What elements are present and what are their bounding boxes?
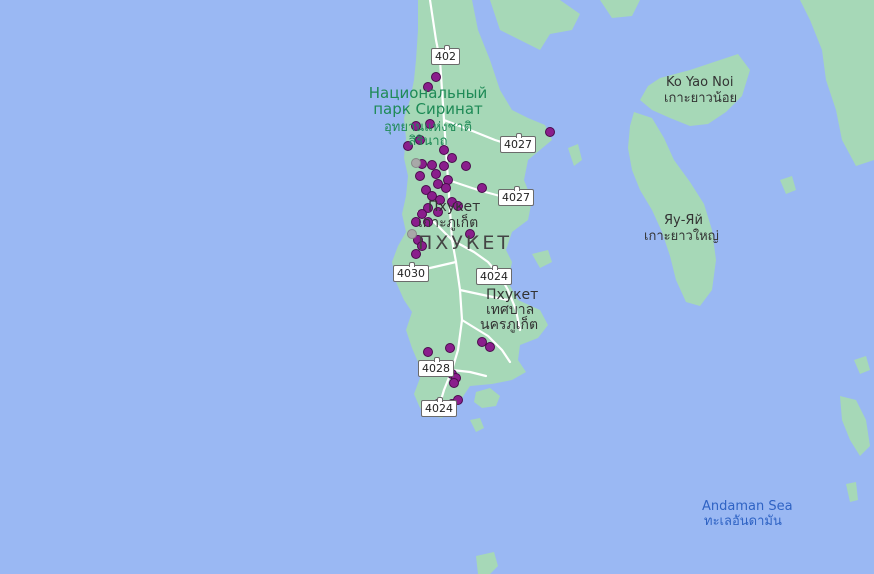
ko-yao-yai — [628, 112, 716, 306]
location-dot-icon[interactable] — [477, 183, 487, 193]
mainland-north-2 — [600, 0, 640, 18]
road-shield-4024-a: 4024 — [476, 265, 512, 285]
road-shield-402: 402 — [431, 45, 460, 65]
island-south-3 — [476, 552, 498, 574]
island-south-2 — [470, 418, 484, 432]
ko-yao-noi-label-en: Ko Yao Noi — [666, 75, 734, 90]
sea-label-en: Andaman Sea — [702, 499, 793, 514]
phuket-island-label-th: เกาะภูเก็ต — [418, 215, 479, 231]
city-label-th-2: นครภูเก็ต — [480, 317, 539, 333]
location-dot-icon[interactable] — [449, 378, 459, 388]
location-dot-icon[interactable] — [445, 343, 455, 353]
ko-yao-noi — [640, 54, 750, 126]
city-label-ru: Пхукет — [486, 287, 539, 303]
ko-yao-yai-label-th: เกาะยาวใหญ่ — [644, 229, 719, 244]
road-shield-4024-b: 4024 — [421, 397, 457, 417]
location-dot-icon[interactable] — [545, 127, 555, 137]
location-dot-icon[interactable] — [441, 183, 451, 193]
island-east-2 — [568, 144, 582, 166]
location-dot-icon[interactable] — [447, 153, 457, 163]
location-dot-icon[interactable] — [407, 229, 417, 239]
map-view[interactable]: Национальный парк Сиринат อุทยานแห่งชาติ… — [0, 0, 874, 574]
island-east-far-3 — [846, 482, 858, 502]
location-dot-icon[interactable] — [477, 337, 487, 347]
location-dot-icon[interactable] — [461, 161, 471, 171]
road-shield-4028: 4028 — [418, 357, 454, 377]
road-shield-4027-b: 4027 — [498, 186, 534, 206]
park-label-th: อุทยานแห่งชาติ สิรินาถ — [383, 120, 473, 149]
province-label: ПХУКЕТ — [418, 232, 512, 254]
island-east-far-1 — [800, 0, 874, 166]
island-east-1 — [532, 250, 552, 268]
park-label-ru: Национальный парк Сиринат — [368, 84, 488, 118]
sea-label-th: ทะเลอันดามัน — [704, 514, 782, 529]
location-dot-icon[interactable] — [431, 72, 441, 82]
phuket-island-label-ru: Пхукет — [428, 199, 481, 215]
location-dot-icon[interactable] — [431, 169, 441, 179]
location-dot-icon[interactable] — [439, 161, 449, 171]
mainland-north — [490, 0, 580, 50]
ko-yao-yai-label-ru: Яу-Яй — [664, 213, 703, 228]
road-shield-4030: 4030 — [393, 262, 429, 282]
island-east-far-2 — [840, 396, 870, 456]
location-dot-icon[interactable] — [485, 342, 495, 352]
island-south-1 — [474, 388, 500, 408]
city-label-th-1: เทศบาล — [486, 302, 535, 318]
location-dot-icon[interactable] — [427, 160, 437, 170]
road-shield-4027-a: 4027 — [500, 133, 536, 153]
ko-yao-noi-label-th: เกาะยาวน้อย — [664, 91, 738, 106]
location-dot-icon[interactable] — [411, 158, 421, 168]
location-dot-icon[interactable] — [415, 171, 425, 181]
island-east-far-5 — [854, 356, 870, 374]
location-dot-icon[interactable] — [423, 347, 433, 357]
island-east-far-4 — [780, 176, 796, 194]
